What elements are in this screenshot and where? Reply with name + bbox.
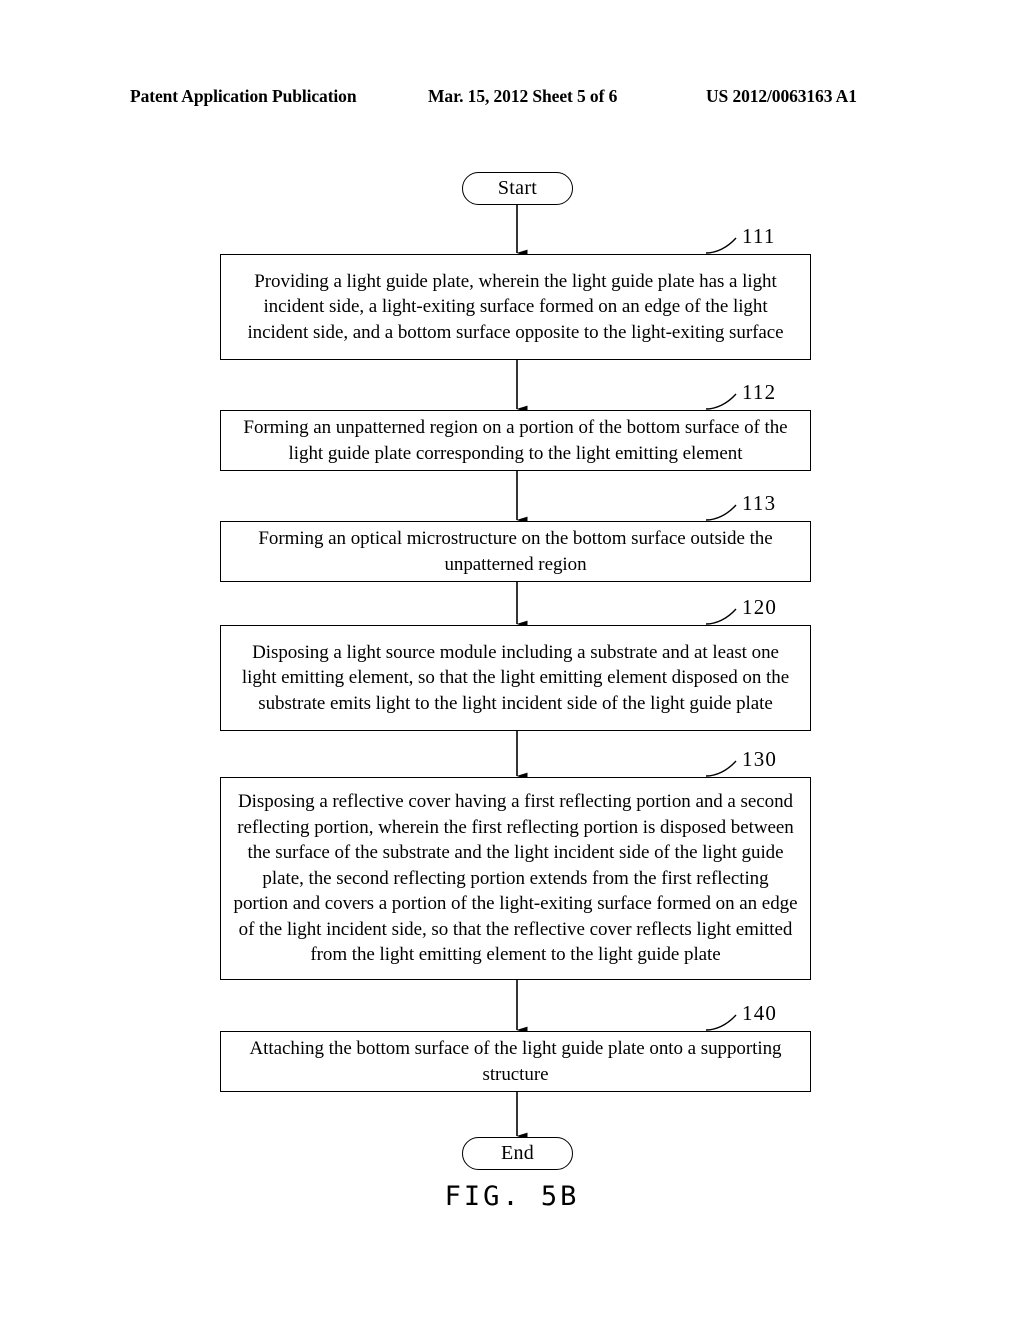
flowchart-step-120: Disposing a light source module includin…: [220, 625, 811, 731]
step-113-text: Forming an optical microstructure on the…: [258, 528, 773, 575]
step-120-text: Disposing a light source module includin…: [241, 641, 790, 714]
reference-numeral-112: 112: [742, 380, 777, 404]
flowchart-start-node: Start: [462, 172, 573, 205]
flowchart-diagram: Start Providing a light guide plate, whe…: [0, 0, 1024, 1320]
flowchart-step-113: Forming an optical microstructure on the…: [220, 521, 811, 582]
step-111-text: Providing a light guide plate, wherein t…: [247, 270, 784, 343]
step-112-text: Forming an unpatterned region on a porti…: [243, 417, 788, 464]
reference-numeral-111: 111: [742, 224, 776, 248]
start-node-label: Start: [497, 177, 538, 199]
step-130-text: Disposing a reflective cover having a fi…: [233, 791, 798, 966]
flowchart-end-node: End: [462, 1137, 573, 1170]
flowchart-step-112: Forming an unpatterned region on a porti…: [220, 410, 811, 471]
reference-numeral-130: 130: [742, 747, 778, 771]
flowchart-step-140: Attaching the bottom surface of the ligh…: [220, 1031, 811, 1092]
figure-caption: FIG. 5B: [444, 1181, 580, 1212]
flowchart-step-111: Providing a light guide plate, wherein t…: [220, 254, 811, 360]
reference-numeral-120: 120: [742, 595, 778, 619]
reference-numeral-113: 113: [742, 491, 777, 515]
end-node-label: End: [500, 1142, 535, 1164]
flowchart-step-130: Disposing a reflective cover having a fi…: [220, 777, 811, 980]
reference-numeral-140: 140: [742, 1001, 778, 1025]
step-140-text: Attaching the bottom surface of the ligh…: [249, 1038, 782, 1085]
